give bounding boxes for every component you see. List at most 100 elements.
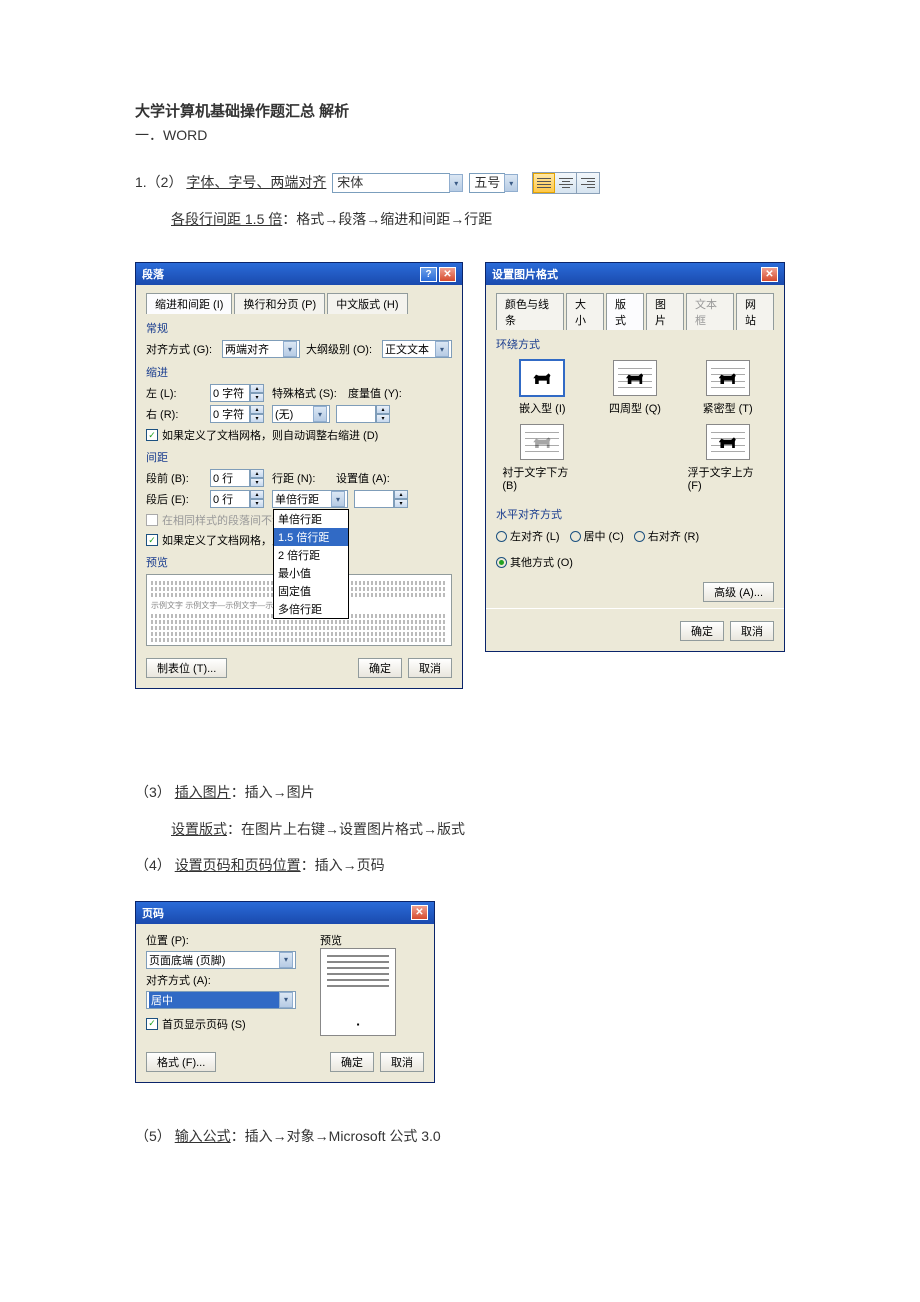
group-spacing: 间距 xyxy=(146,449,452,465)
item3-num: （3） xyxy=(135,784,171,800)
align-select[interactable]: 居中▾ xyxy=(146,991,296,1009)
indent-right-spinner[interactable]: ▴▾ xyxy=(210,405,266,423)
space-before-label: 段前 (B): xyxy=(146,470,204,486)
ok-button[interactable]: 确定 xyxy=(680,621,724,641)
group-horizontal-align: 水平对齐方式 xyxy=(496,506,774,522)
by-label: 度量值 (Y): xyxy=(348,385,406,401)
font-name-dropdown[interactable]: 宋体 xyxy=(332,173,450,193)
tab-line-page-breaks[interactable]: 换行和分页 (P) xyxy=(234,293,325,314)
dialog-tabs: 颜色与线条 大小 版式 图片 文本框 网站 xyxy=(496,293,774,330)
radio-align-other[interactable]: 其他方式 (O) xyxy=(496,554,573,570)
special-format-select[interactable]: (无)▾ xyxy=(272,405,330,423)
ok-button[interactable]: 确定 xyxy=(358,658,402,678)
radio-align-right[interactable]: 右对齐 (R) xyxy=(634,528,699,544)
chevron-down-icon[interactable]: ▾ xyxy=(504,174,518,192)
chevron-down-icon[interactable]: ▾ xyxy=(449,174,463,192)
tab-size[interactable]: 大小 xyxy=(566,293,604,330)
checkbox-first-page-number[interactable]: ✓首页显示页码 (S) xyxy=(146,1016,306,1032)
position-label: 位置 (P): xyxy=(146,932,306,948)
tab-color-lines[interactable]: 颜色与线条 xyxy=(496,293,564,330)
dialog-titlebar: 设置图片格式 ✕ xyxy=(486,263,784,285)
indent-left-spinner[interactable]: ▴▾ xyxy=(210,384,266,402)
linespacing-label: 行距 (N): xyxy=(272,470,330,486)
space-after-label: 段后 (E): xyxy=(146,491,204,507)
item3b-underline: 设置版式 xyxy=(171,821,227,837)
chevron-down-icon: ▾ xyxy=(279,952,293,968)
item4-num: （4） xyxy=(135,857,171,873)
cancel-button[interactable]: 取消 xyxy=(730,621,774,641)
item1b-rest: ：格式→段落→缩进和间距→行距 xyxy=(282,211,492,227)
space-after-spinner[interactable]: ▴▾ xyxy=(210,490,266,508)
align-justify-button[interactable] xyxy=(533,173,555,193)
close-icon[interactable]: ✕ xyxy=(439,267,456,282)
tab-indent-spacing[interactable]: 缩进和间距 (I) xyxy=(146,293,232,314)
ok-button[interactable]: 确定 xyxy=(330,1052,374,1072)
item5-num: （5） xyxy=(135,1128,171,1144)
item5-rest: ：插入→对象→Microsoft 公式 3.0 xyxy=(231,1128,441,1144)
dialog-titlebar: 页码 ✕ xyxy=(136,902,434,924)
chevron-down-icon: ▾ xyxy=(435,341,449,357)
dialog-title: 段落 xyxy=(142,266,164,282)
cancel-button[interactable]: 取消 xyxy=(380,1052,424,1072)
group-wrapping: 环绕方式 xyxy=(496,336,774,352)
close-icon[interactable]: ✕ xyxy=(411,905,428,920)
alignment-label: 对齐方式 (G): xyxy=(146,341,216,357)
item-3b: 设置版式：在图片上右键→设置图片格式→版式 xyxy=(171,816,785,843)
item-4: （4） 设置页码和页码位置：插入→页码 xyxy=(135,852,785,879)
alignment-select[interactable]: 两端对齐▾ xyxy=(222,340,300,358)
tabs-button[interactable]: 制表位 (T)... xyxy=(146,658,227,678)
tab-layout[interactable]: 版式 xyxy=(606,293,644,330)
format-button[interactable]: 格式 (F)... xyxy=(146,1052,216,1072)
space-before-spinner[interactable]: ▴▾ xyxy=(210,469,266,487)
alignment-buttons xyxy=(532,172,600,194)
group-indent: 缩进 xyxy=(146,364,452,380)
cancel-button[interactable]: 取消 xyxy=(408,658,452,678)
by-value-spinner[interactable]: ▴▾ xyxy=(336,405,392,423)
advanced-button[interactable]: 高级 (A)... xyxy=(703,582,774,602)
checkbox-grid-indent[interactable]: ✓如果定义了文档网格，则自动调整右缩进 (D) xyxy=(146,427,452,443)
font-size-dropdown[interactable]: 五号 xyxy=(469,173,505,193)
help-icon[interactable]: ? xyxy=(420,267,437,282)
align-center-button[interactable] xyxy=(555,173,577,193)
doc-title: 大学计算机基础操作题汇总 解析 xyxy=(135,100,785,121)
special-format-label: 特殊格式 (S): xyxy=(272,385,342,401)
picture-format-dialog: 设置图片格式 ✕ 颜色与线条 大小 版式 图片 文本框 网站 环绕方式 嵌入型 … xyxy=(485,262,785,652)
tab-picture[interactable]: 图片 xyxy=(646,293,684,330)
align-label: 对齐方式 (A): xyxy=(146,972,306,988)
item4-rest: ：插入→页码 xyxy=(301,857,385,873)
dialog-titlebar: 段落 ? ✕ xyxy=(136,263,462,285)
outline-select[interactable]: 正文文本▾ xyxy=(382,340,452,358)
wrap-square[interactable]: 四周型 (Q) xyxy=(595,360,675,416)
wrap-in-front-text[interactable]: 浮于文字上方 (F) xyxy=(688,424,768,492)
position-select[interactable]: 页面底端 (页脚)▾ xyxy=(146,951,296,969)
item3-rest: ：插入→图片 xyxy=(231,784,315,800)
tab-asian-typography[interactable]: 中文版式 (H) xyxy=(327,293,407,314)
word-toolbar: 宋体 ▾ 五号 ▾ xyxy=(332,172,600,194)
chevron-down-icon: ▾ xyxy=(313,406,327,422)
list-item[interactable]: 2 倍行距 xyxy=(274,546,348,564)
page-number-preview: ▪ xyxy=(320,948,396,1036)
list-item[interactable]: 1.5 倍行距 xyxy=(274,528,348,546)
item1-underline: 字体、字号、两端对齐 xyxy=(186,174,326,190)
dialog-title: 设置图片格式 xyxy=(492,266,558,282)
chevron-down-icon: ▾ xyxy=(283,341,297,357)
item-5: （5） 输入公式：插入→对象→Microsoft 公式 3.0 xyxy=(135,1123,785,1150)
list-item[interactable]: 单倍行距 xyxy=(274,510,348,528)
wrap-inline[interactable]: 嵌入型 (I) xyxy=(502,360,582,416)
list-item[interactable]: 最小值 xyxy=(274,564,348,582)
setvalue-spinner[interactable]: ▴▾ xyxy=(354,490,410,508)
tab-web[interactable]: 网站 xyxy=(736,293,774,330)
indent-left-label: 左 (L): xyxy=(146,385,204,401)
item1b-underline: 各段行间距 1.5 倍 xyxy=(171,211,282,227)
list-item[interactable]: 多倍行距 xyxy=(274,600,348,618)
linespacing-select[interactable]: 单倍行距▾ 单倍行距 1.5 倍行距 2 倍行距 最小值 固定值 多倍行距 xyxy=(272,490,348,508)
wrap-tight[interactable]: 紧密型 (T) xyxy=(688,360,768,416)
close-icon[interactable]: ✕ xyxy=(761,267,778,282)
radio-align-left[interactable]: 左对齐 (L) xyxy=(496,528,560,544)
wrap-behind-text[interactable]: 衬于文字下方 (B) xyxy=(502,424,582,492)
align-right-button[interactable] xyxy=(577,173,599,193)
chevron-down-icon: ▾ xyxy=(331,491,345,507)
linespacing-dropdown-list[interactable]: 单倍行距 1.5 倍行距 2 倍行距 最小值 固定值 多倍行距 xyxy=(273,509,349,619)
radio-align-center[interactable]: 居中 (C) xyxy=(570,528,624,544)
list-item[interactable]: 固定值 xyxy=(274,582,348,600)
